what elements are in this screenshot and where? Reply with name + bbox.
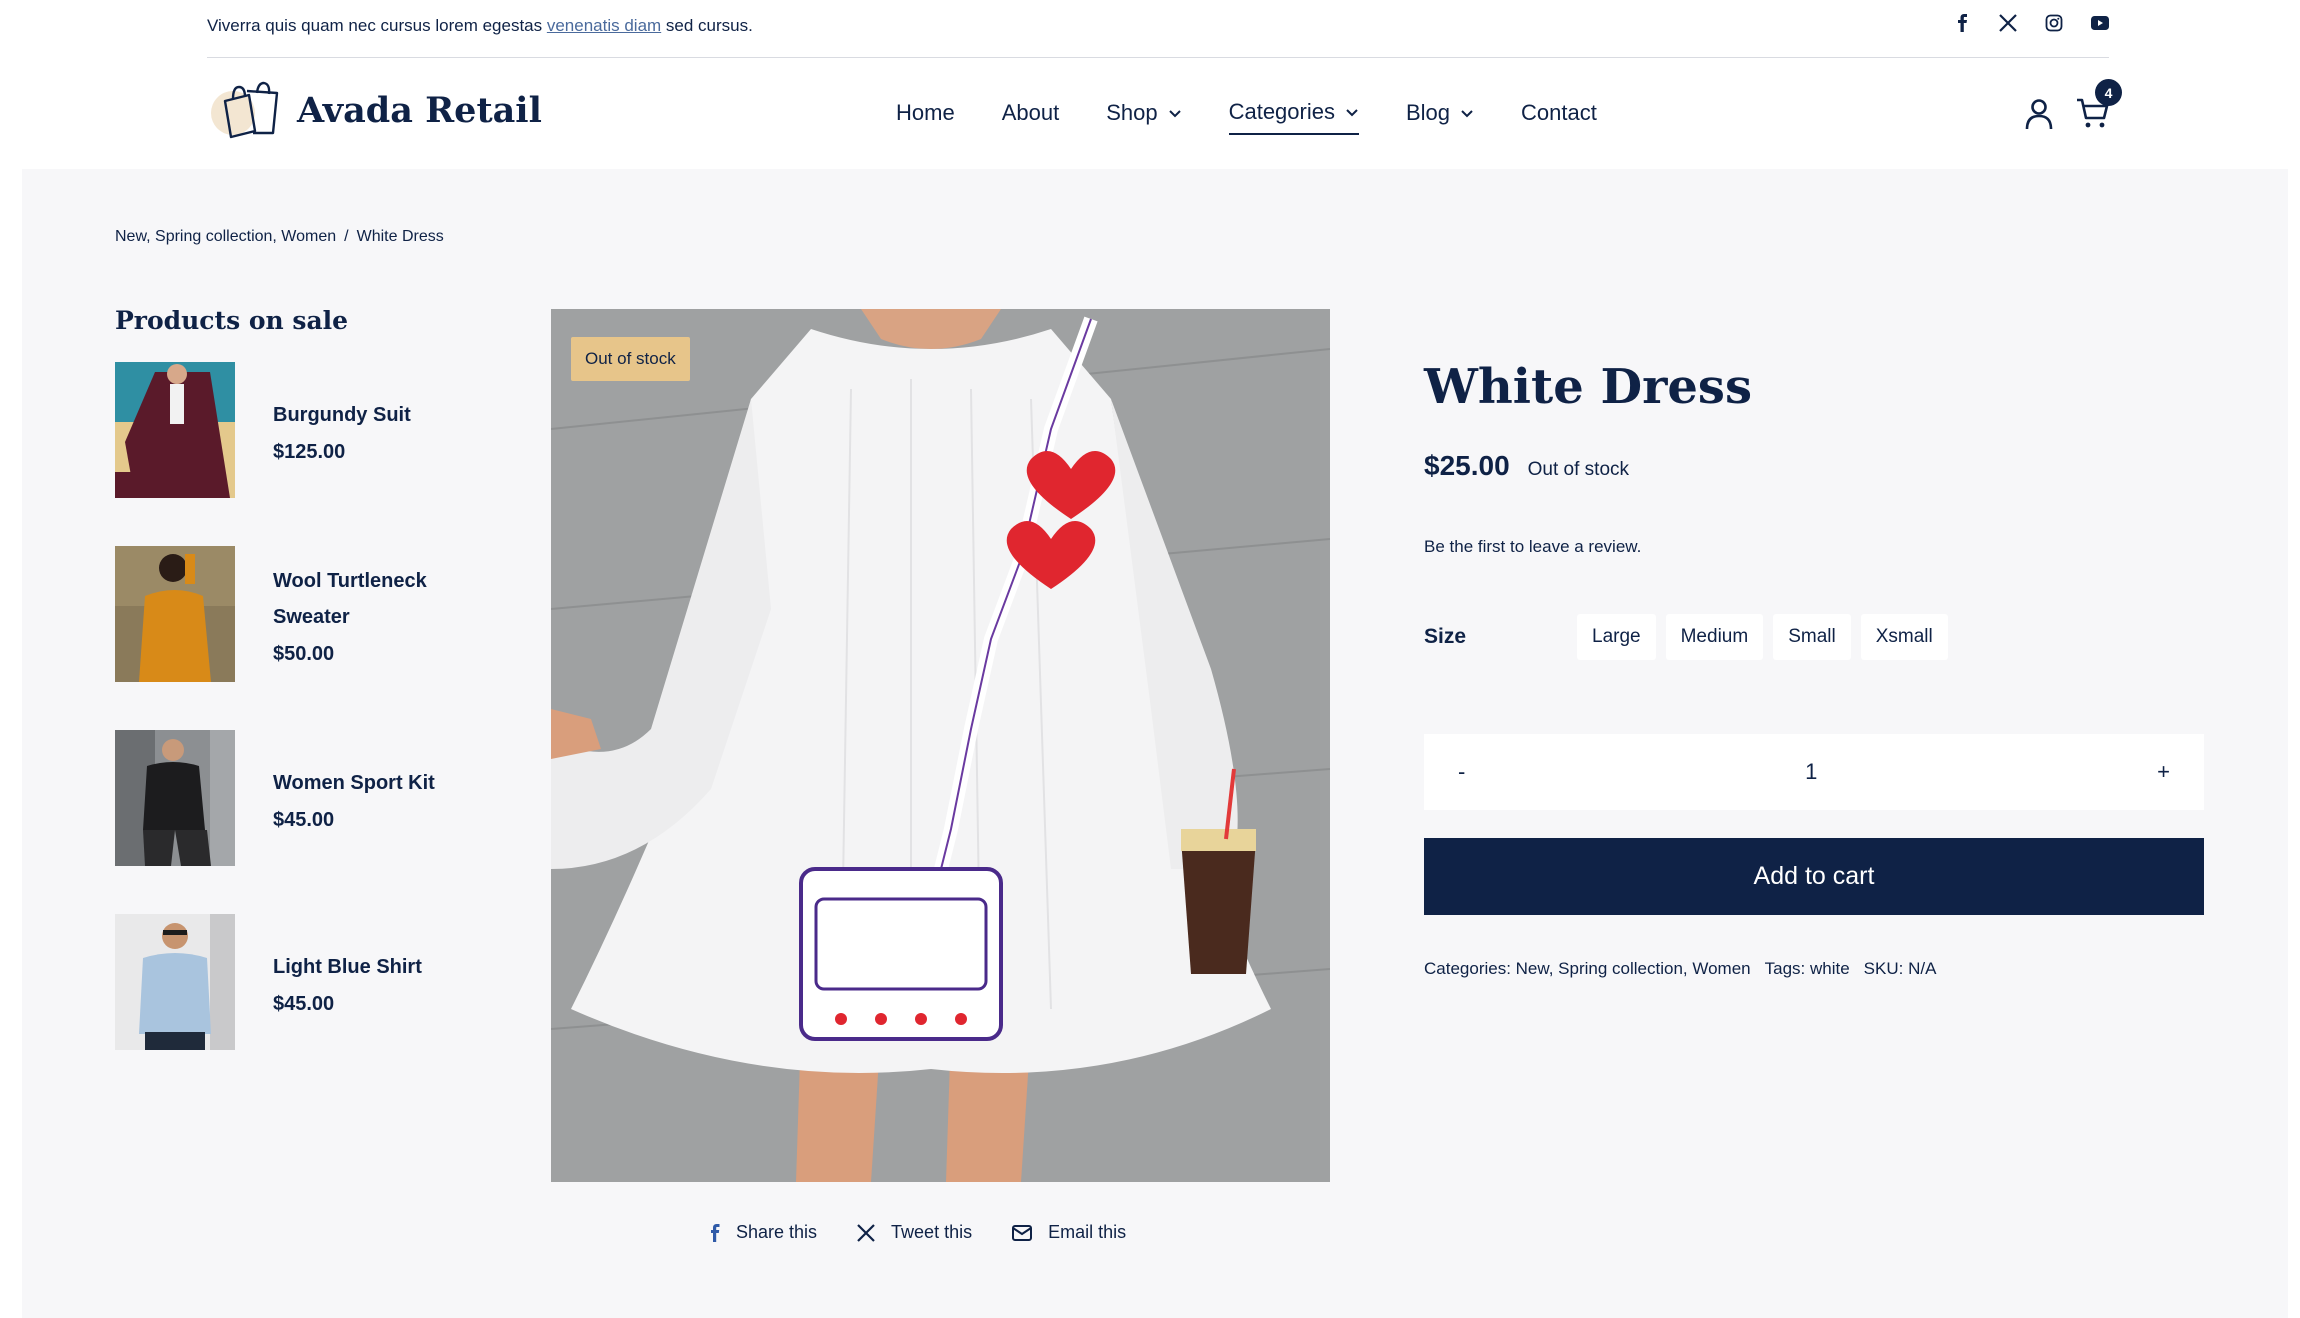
white-dress-photo [551, 309, 1330, 1182]
product-image[interactable]: Out of stock [551, 309, 1330, 1182]
size-option-large[interactable]: Large [1577, 614, 1656, 660]
main-nav: Home About Shop Categories Blog Contact [896, 99, 1597, 135]
product-price: $45.00 [273, 808, 335, 831]
share-facebook[interactable]: Share this [710, 1222, 817, 1243]
size-options: Large Medium Small Xsmall [1577, 614, 1948, 660]
products-on-sale-sidebar: Products on sale Burgundy Suit $125.00 W… [115, 306, 515, 1098]
quantity-input[interactable]: 1 [1805, 759, 1817, 785]
share-twitter-label: Tweet this [891, 1222, 973, 1242]
facebook-icon[interactable] [1953, 14, 1971, 32]
product-price: $50.00 [273, 642, 335, 665]
envelope-icon [1012, 1224, 1033, 1241]
product-price: $125.00 [273, 440, 346, 463]
x-icon [857, 1223, 875, 1242]
add-to-cart-button[interactable]: Add to cart [1424, 838, 2204, 915]
promo-text-start: Viverra quis quam nec cursus lorem egest… [207, 16, 547, 35]
top-bar: Viverra quis quam nec cursus lorem egest… [207, 0, 2109, 58]
logo[interactable]: Avada Retail [207, 81, 542, 139]
share-email-label: Email this [1048, 1222, 1127, 1242]
breadcrumb-current: White Dress [356, 228, 444, 245]
promo-link[interactable]: venenatis diam [547, 16, 661, 35]
x-icon[interactable] [1999, 14, 2017, 32]
user-icon[interactable] [2024, 98, 2054, 130]
product-name[interactable]: Women Sport Kit [273, 765, 493, 801]
shopping-bags-icon [211, 81, 279, 139]
nav-shop[interactable]: Shop [1106, 100, 1181, 134]
product-name[interactable]: Burgundy Suit [273, 397, 493, 433]
nav-about[interactable]: About [1002, 100, 1060, 134]
product-info: Women Sport Kit $45.00 [273, 730, 493, 866]
out-of-stock-badge: Out of stock [571, 337, 690, 381]
size-selector: Size Large Medium Small Xsmall [1424, 614, 2204, 660]
list-item: Burgundy Suit $125.00 [115, 362, 515, 498]
size-option-xsmall[interactable]: Xsmall [1860, 614, 1948, 660]
share-facebook-label: Share this [736, 1222, 818, 1242]
site-header: Avada Retail Home About Shop Categories … [0, 59, 2300, 169]
breadcrumb-separator: / [344, 228, 349, 245]
logo-text: Avada Retail [297, 89, 542, 131]
nav-home[interactable]: Home [896, 100, 955, 134]
meta-categories[interactable]: Categories: New, Spring collection, Wome… [1424, 959, 1751, 979]
product-price: $25.00 [1424, 450, 1510, 481]
product-details: White Dress $25.00 Out of stock Be the f… [1424, 359, 2204, 979]
review-link[interactable]: Be the first to leave a review. [1424, 537, 2204, 557]
product-info: Light Blue Shirt $45.00 [273, 914, 493, 1050]
size-option-small[interactable]: Small [1773, 614, 1851, 660]
product-meta: Categories: New, Spring collection, Wome… [1424, 959, 2204, 979]
size-label: Size [1424, 625, 1467, 648]
product-name[interactable]: Light Blue Shirt [273, 949, 493, 985]
facebook-icon [711, 1223, 720, 1242]
product-title: White Dress [1424, 359, 1752, 415]
sidebar-title: Products on sale [115, 306, 349, 335]
price-row: $25.00 Out of stock [1424, 450, 2204, 482]
nav-contact-label: Contact [1521, 100, 1597, 125]
instagram-icon[interactable] [2045, 14, 2063, 32]
nav-blog-label: Blog [1405, 100, 1451, 125]
product-price: $45.00 [273, 992, 335, 1015]
list-item: Women Sport Kit $45.00 [115, 730, 515, 866]
meta-tags[interactable]: Tags: white [1765, 959, 1850, 979]
share-email[interactable]: Email this [1012, 1222, 1126, 1243]
product-page: New, Spring collection, Women / White Dres… [22, 169, 2288, 1318]
breadcrumb: New, Spring collection, Women / White Dres… [115, 228, 444, 246]
product-thumbnail[interactable] [115, 546, 235, 682]
quantity-stepper: - 1 + [1424, 734, 2204, 810]
list-item: Wool Turtleneck Sweater $50.00 [115, 546, 515, 682]
share-links: Share this Tweet this Email this [710, 1222, 1126, 1243]
nav-categories-label: Categories [1228, 99, 1335, 124]
promo-text-end: sed cursus. [661, 16, 753, 35]
product-info: Burgundy Suit $125.00 [273, 362, 493, 498]
chevron-down-icon [1346, 109, 1358, 117]
quantity-decrease-button[interactable]: - [1458, 759, 1465, 785]
nav-about-label: About [1001, 100, 1060, 125]
social-links [1953, 14, 2109, 32]
nav-home-label: Home [896, 100, 955, 125]
nav-categories[interactable]: Categories [1228, 99, 1359, 135]
product-name[interactable]: Wool Turtleneck Sweater [273, 563, 493, 635]
nav-shop-label: Shop [1106, 100, 1158, 125]
cart-button[interactable]: 4 [2076, 79, 2122, 131]
chevron-down-icon [1461, 110, 1473, 118]
stock-status: Out of stock [1527, 459, 1630, 480]
chevron-down-icon [1168, 110, 1181, 118]
size-option-medium[interactable]: Medium [1665, 614, 1764, 660]
product-thumbnail[interactable] [115, 914, 235, 1050]
cart-count-badge: 4 [2095, 79, 2122, 106]
product-info: Wool Turtleneck Sweater $50.00 [273, 546, 493, 682]
product-thumbnail[interactable] [115, 730, 235, 866]
quantity-increase-button[interactable]: + [2157, 759, 2170, 785]
breadcrumb-categories[interactable]: New, Spring collection, Women [115, 228, 336, 245]
youtube-icon[interactable] [2091, 14, 2109, 32]
product-thumbnail[interactable] [115, 362, 235, 498]
list-item: Light Blue Shirt $45.00 [115, 914, 515, 1050]
promo-text: Viverra quis quam nec cursus lorem egest… [207, 16, 753, 36]
meta-sku: SKU: N/A [1863, 959, 1937, 978]
nav-contact[interactable]: Contact [1521, 100, 1597, 134]
share-twitter[interactable]: Tweet this [857, 1222, 972, 1243]
nav-blog[interactable]: Blog [1406, 100, 1474, 134]
header-actions: 4 [2024, 79, 2122, 131]
